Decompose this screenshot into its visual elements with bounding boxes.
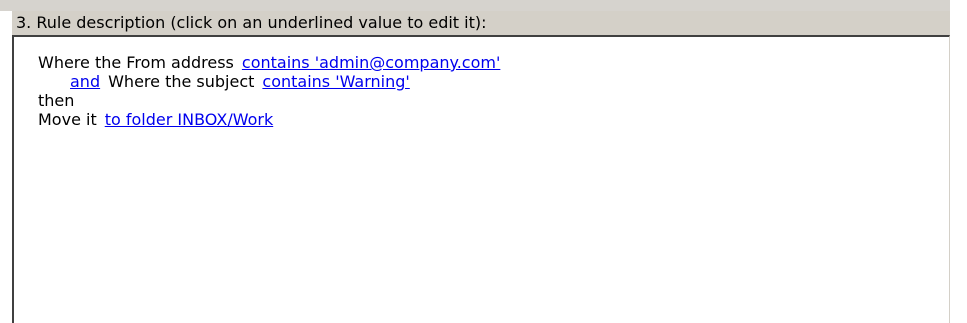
section-heading: 3. Rule description (click on an underli…	[12, 11, 950, 35]
condition-from-label: Where the From address	[38, 53, 234, 72]
rule-description-panel: 3. Rule description (click on an underli…	[0, 0, 967, 323]
condition-line-subject: and Where the subject contains 'Warning'	[38, 72, 949, 91]
action-line: Move it to folder INBOX/Work	[38, 110, 949, 129]
then-label: then	[38, 91, 75, 110]
condition-subject-label: Where the subject	[108, 72, 255, 91]
right-margin	[950, 0, 967, 323]
condition-line-from: Where the From address contains 'admin@co…	[38, 53, 949, 72]
action-label: Move it	[38, 110, 97, 129]
top-band	[0, 0, 967, 11]
then-line: then	[38, 91, 949, 110]
move-folder-link[interactable]: to folder INBOX/Work	[105, 110, 274, 129]
subject-contains-link[interactable]: contains 'Warning'	[262, 72, 409, 91]
from-contains-link[interactable]: contains 'admin@company.com'	[242, 53, 500, 72]
conjunction-link[interactable]: and	[70, 72, 100, 91]
rule-description-box: Where the From address contains 'admin@co…	[12, 35, 950, 323]
